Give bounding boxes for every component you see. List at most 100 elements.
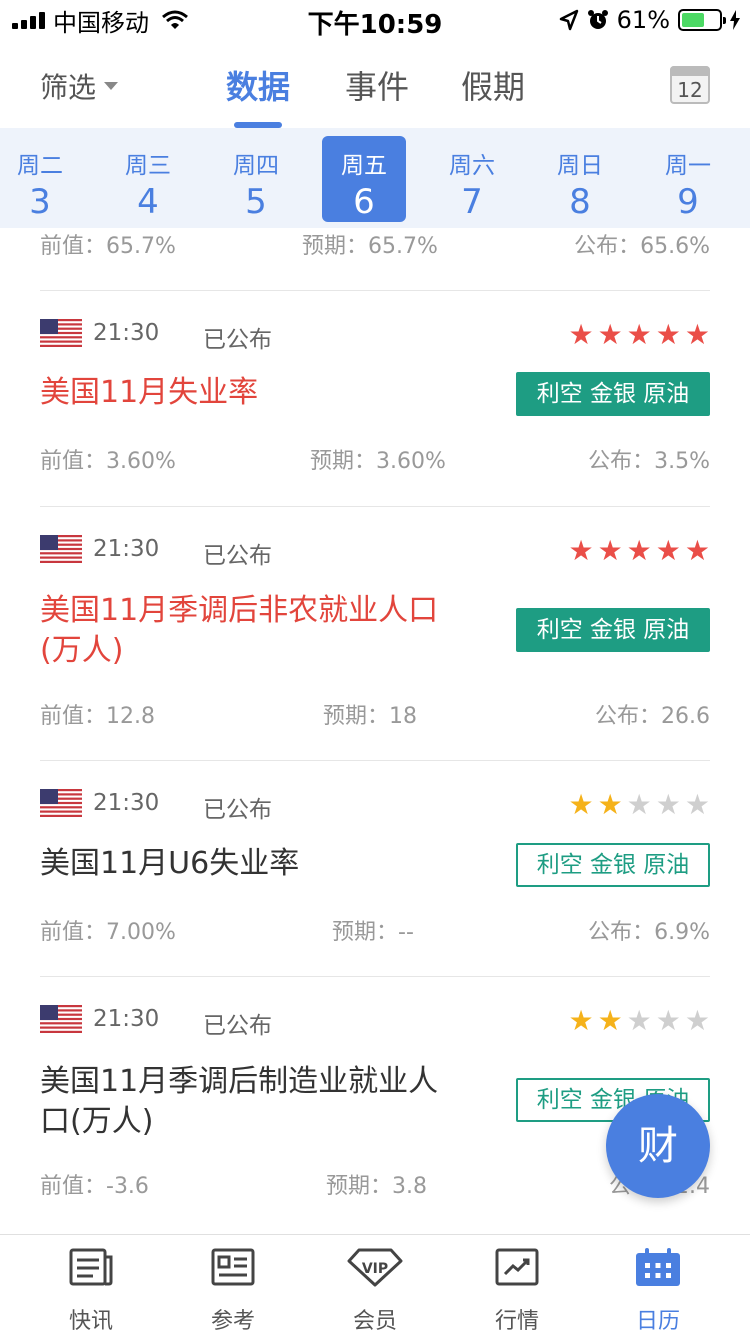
forecast-value: 预期：--	[332, 920, 414, 945]
star-filled-icon: ★	[597, 534, 623, 567]
impact-tag: 利空 金银 原油	[516, 372, 710, 416]
previous-value: 前值：12.8	[40, 704, 155, 729]
importance-stars: ★ ★ ★ ★ ★	[568, 537, 710, 565]
impact-tag: 利空 金银 原油	[516, 608, 710, 652]
star-empty-icon: ★	[626, 1004, 652, 1037]
svg-text:VIP: VIP	[362, 1261, 388, 1277]
star-filled-icon: ★	[684, 534, 710, 567]
calendar-picker-icon[interactable]: 12	[670, 66, 710, 104]
battery-icon	[678, 9, 726, 31]
week-day-selector: 周二 3 周三 4 周四 5 周五 6 周六 7 周日 8 周一 9	[0, 128, 750, 228]
bottom-tab-reference[interactable]: 参考	[183, 1247, 283, 1334]
day-tue[interactable]: 周二 3	[0, 136, 82, 222]
star-filled-icon: ★	[597, 788, 623, 821]
day-weekday: 周二	[17, 153, 63, 179]
star-filled-icon: ★	[655, 318, 681, 351]
forecast-value: 预期：3.8	[326, 1174, 427, 1199]
us-flag-icon	[40, 789, 82, 817]
event-title: 美国11月U6失业率	[40, 846, 300, 881]
star-empty-icon: ★	[655, 788, 681, 821]
actual-value: 公布：6.9%	[588, 920, 710, 945]
star-filled-icon: ★	[568, 1004, 594, 1037]
filter-button[interactable]: 筛选	[40, 66, 119, 106]
star-filled-icon: ★	[597, 1004, 623, 1037]
day-date: 7	[461, 182, 483, 222]
previous-value: 前值：3.60%	[40, 449, 176, 474]
event-status: 已公布	[203, 327, 272, 353]
day-weekday: 周三	[125, 153, 171, 179]
status-right: 61%	[559, 6, 740, 34]
star-filled-icon: ★	[568, 788, 594, 821]
forecast-value: 预期：18	[323, 704, 417, 729]
day-fri-selected[interactable]: 周五 6	[322, 136, 406, 222]
divider	[40, 290, 710, 291]
day-date: 3	[29, 182, 51, 222]
news-icon	[69, 1248, 113, 1286]
event-time: 21:30	[93, 536, 160, 562]
day-weekday: 周日	[557, 153, 603, 179]
bottom-tab-label: 行情	[494, 1309, 539, 1334]
event-title: 美国11月季调后非农就业人口(万人)	[40, 593, 439, 668]
day-weekday: 周四	[233, 153, 279, 179]
finance-fab-button[interactable]: 财	[606, 1094, 710, 1198]
charging-icon	[730, 10, 740, 30]
bottom-tab-calendar[interactable]: 日历	[608, 1247, 708, 1334]
top-nav: 筛选 数据 事件 假期 12	[0, 40, 750, 130]
importance-stars: ★ ★ ★ ★ ★	[568, 791, 710, 819]
event-status: 已公布	[203, 797, 272, 823]
importance-stars: ★ ★ ★ ★ ★	[568, 321, 710, 349]
previous-value: 前值：-3.6	[40, 1174, 149, 1199]
star-filled-icon: ★	[626, 534, 652, 567]
bottom-tab-news[interactable]: 快讯	[41, 1247, 141, 1334]
forecast-value: 预期：3.60%	[310, 449, 446, 474]
day-date: 8	[569, 182, 591, 222]
actual-value: 公布：26.6	[595, 704, 710, 729]
star-filled-icon: ★	[568, 318, 594, 351]
bottom-tab-label: 参考	[210, 1309, 255, 1334]
chart-icon	[495, 1248, 539, 1286]
status-bar: 中国移动 下午10:59 61%	[0, 0, 750, 40]
alarm-icon	[587, 10, 608, 29]
event-title: 美国11月季调后制造业就业人口(万人)	[40, 1064, 439, 1139]
us-flag-icon	[40, 535, 82, 563]
reference-icon	[211, 1248, 255, 1286]
event-status: 已公布	[203, 1013, 272, 1039]
day-sat[interactable]: 周六 7	[430, 136, 514, 222]
day-sun[interactable]: 周日 8	[538, 136, 622, 222]
day-wed[interactable]: 周三 4	[106, 136, 190, 222]
star-empty-icon: ★	[626, 788, 652, 821]
bottom-tab-label: 快讯	[68, 1309, 113, 1334]
divider	[40, 506, 710, 507]
day-weekday: 周五	[341, 153, 387, 179]
dropdown-arrow-icon	[104, 82, 119, 90]
us-flag-icon	[40, 319, 82, 347]
event-title: 美国11月失业率	[40, 375, 259, 410]
calendar-day-number: 12	[677, 78, 703, 102]
star-empty-icon: ★	[684, 788, 710, 821]
bottom-tab-label: 会员	[352, 1309, 397, 1334]
importance-stars: ★ ★ ★ ★ ★	[568, 1007, 710, 1035]
day-weekday: 周一	[665, 153, 711, 179]
day-mon[interactable]: 周一 9	[646, 136, 730, 222]
star-empty-icon: ★	[655, 1004, 681, 1037]
battery-percent: 61%	[616, 6, 670, 34]
bottom-tab-vip[interactable]: VIP 会员	[325, 1247, 425, 1334]
day-date: 9	[677, 182, 699, 222]
star-empty-icon: ★	[684, 1004, 710, 1037]
location-icon	[559, 9, 578, 31]
star-filled-icon: ★	[597, 318, 623, 351]
actual-value: 公布：65.6%	[574, 234, 710, 259]
previous-value: 前值：65.7%	[40, 234, 176, 259]
divider	[40, 976, 710, 977]
bottom-tab-market[interactable]: 行情	[467, 1247, 567, 1334]
tab-holidays[interactable]: 假期	[461, 62, 525, 108]
calendar-icon	[636, 1248, 680, 1286]
day-weekday: 周六	[449, 153, 495, 179]
tab-events[interactable]: 事件	[345, 62, 409, 108]
star-filled-icon: ★	[684, 318, 710, 351]
event-time: 21:30	[93, 790, 160, 816]
day-thu[interactable]: 周四 5	[214, 136, 298, 222]
tab-data[interactable]: 数据	[226, 62, 290, 108]
event-time: 21:30	[93, 1006, 160, 1032]
filter-label: 筛选	[40, 71, 97, 104]
